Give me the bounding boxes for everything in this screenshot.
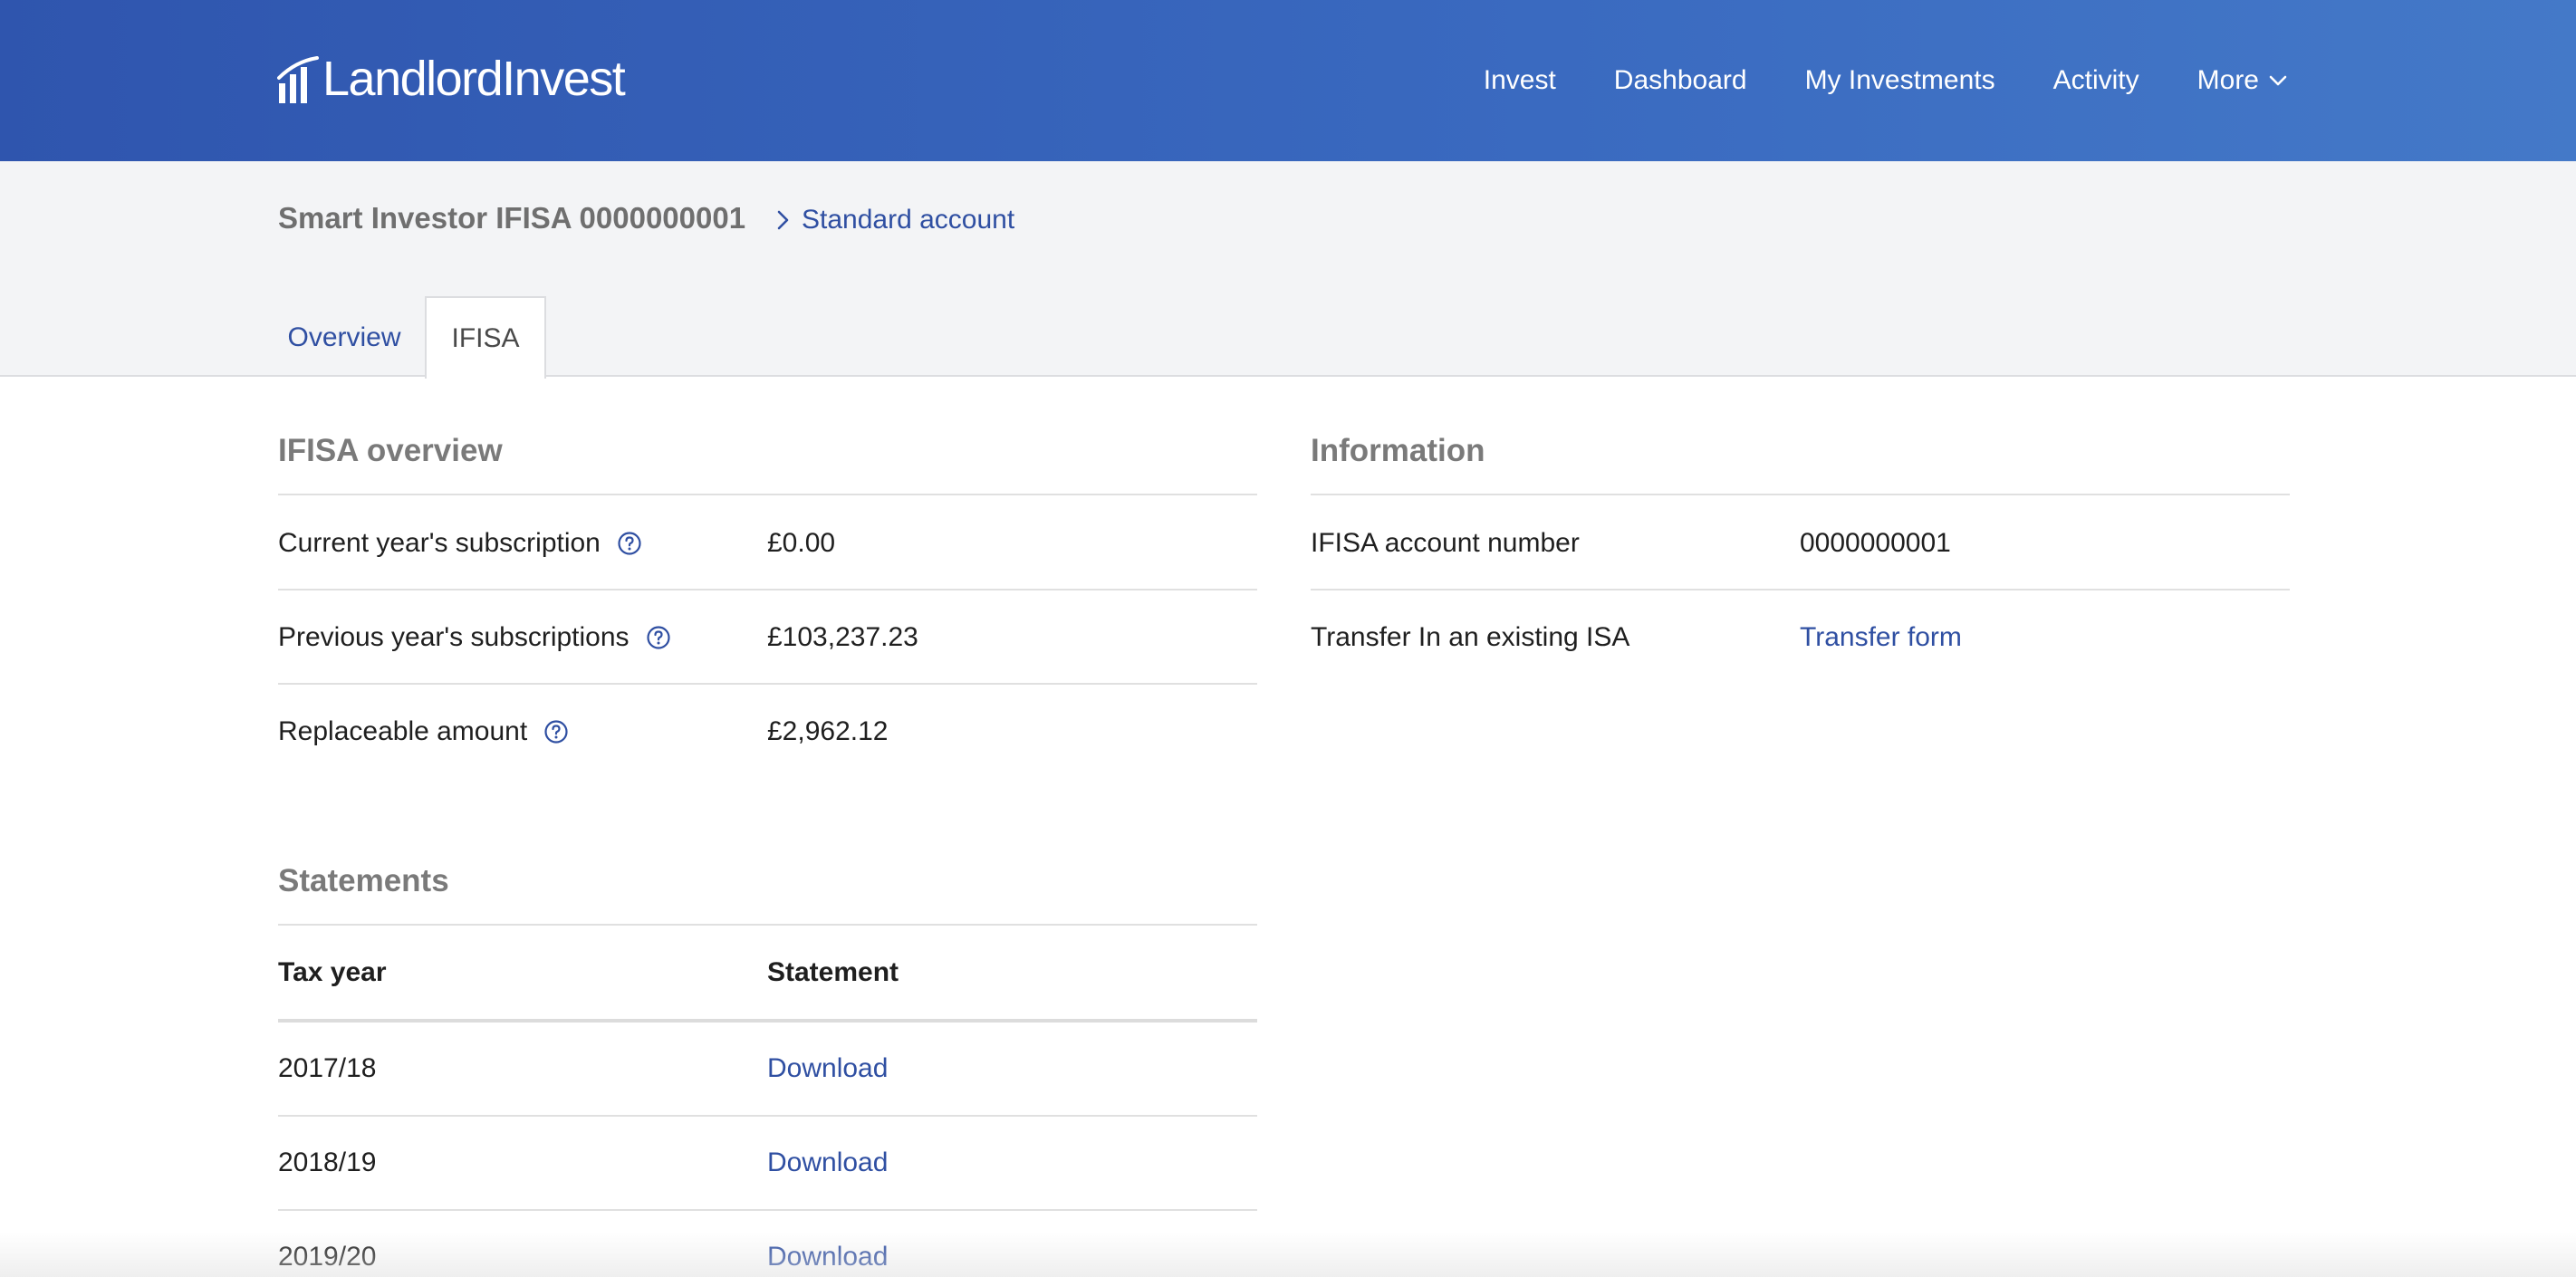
- divider: [278, 1209, 1257, 1211]
- chevron-right-icon: [777, 210, 789, 230]
- tab-overview[interactable]: Overview: [263, 296, 426, 379]
- nav-invest[interactable]: Invest: [1484, 65, 1556, 96]
- divider: [1311, 494, 2290, 495]
- current-subscription-label: Current year's subscription: [278, 528, 601, 558]
- replaceable-amount-label-cell: Replaceable amount: [278, 712, 569, 752]
- table-header-divider: [278, 1019, 1257, 1023]
- download-link[interactable]: Download: [767, 1049, 888, 1089]
- main-nav: Invest Dashboard My Investments Activity…: [1426, 0, 2288, 161]
- divider: [1311, 589, 2290, 590]
- account-title: Smart Investor IFISA 0000000001: [278, 201, 746, 235]
- information-title: Information: [1311, 433, 1485, 468]
- nav-more[interactable]: More: [2197, 65, 2288, 96]
- divider: [278, 494, 1257, 495]
- bar-chart-logo-icon: [277, 56, 319, 103]
- logo[interactable]: LandlordInvest: [277, 47, 626, 106]
- nav-my-investments[interactable]: My Investments: [1805, 65, 1995, 96]
- standard-account-label: Standard account: [802, 205, 1015, 235]
- transfer-form-link[interactable]: Transfer form: [1800, 618, 1962, 658]
- nav-more-label: More: [2196, 65, 2259, 95]
- tab-ifisa[interactable]: IFISA: [425, 296, 546, 379]
- nav-dashboard[interactable]: Dashboard: [1614, 65, 1747, 96]
- replaceable-amount-value: £2,962.12: [767, 716, 889, 746]
- current-subscription-label-cell: Current year's subscription: [278, 523, 642, 563]
- tax-year-cell: 2017/18: [278, 1053, 377, 1083]
- bottom-fade: [0, 1232, 2576, 1277]
- help-icon[interactable]: [543, 719, 569, 744]
- divider: [278, 589, 1257, 590]
- nav-activity[interactable]: Activity: [2053, 65, 2139, 96]
- logo-text: LandlordInvest: [322, 52, 626, 106]
- tax-year-cell: 2019/20: [278, 1242, 377, 1272]
- ifisa-overview-title: IFISA overview: [278, 433, 503, 468]
- previous-subscriptions-label: Previous year's subscriptions: [278, 622, 630, 652]
- column-header-statement: Statement: [767, 957, 899, 987]
- download-link[interactable]: Download: [767, 1237, 888, 1277]
- previous-subscriptions-label-cell: Previous year's subscriptions: [278, 618, 671, 658]
- statements-title: Statements: [278, 863, 449, 898]
- transfer-in-label: Transfer In an existing ISA: [1311, 622, 1630, 652]
- tax-year-cell: 2018/19: [278, 1147, 377, 1177]
- divider: [278, 683, 1257, 685]
- account-number-label: IFISA account number: [1311, 528, 1580, 558]
- standard-account-link[interactable]: Standard account: [774, 205, 1014, 235]
- help-icon[interactable]: [617, 531, 642, 556]
- previous-subscriptions-value: £103,237.23: [767, 622, 918, 652]
- current-subscription-value: £0.00: [767, 528, 836, 558]
- help-icon[interactable]: [646, 625, 671, 650]
- account-number-value: 0000000001: [1800, 528, 1951, 558]
- top-header: LandlordInvest Invest Dashboard My Inves…: [0, 0, 2576, 161]
- download-link[interactable]: Download: [767, 1143, 888, 1183]
- replaceable-amount-label: Replaceable amount: [278, 716, 528, 746]
- chevron-down-icon: [2269, 75, 2287, 86]
- divider: [278, 924, 1257, 926]
- column-header-tax-year: Tax year: [278, 957, 387, 987]
- divider: [278, 1115, 1257, 1117]
